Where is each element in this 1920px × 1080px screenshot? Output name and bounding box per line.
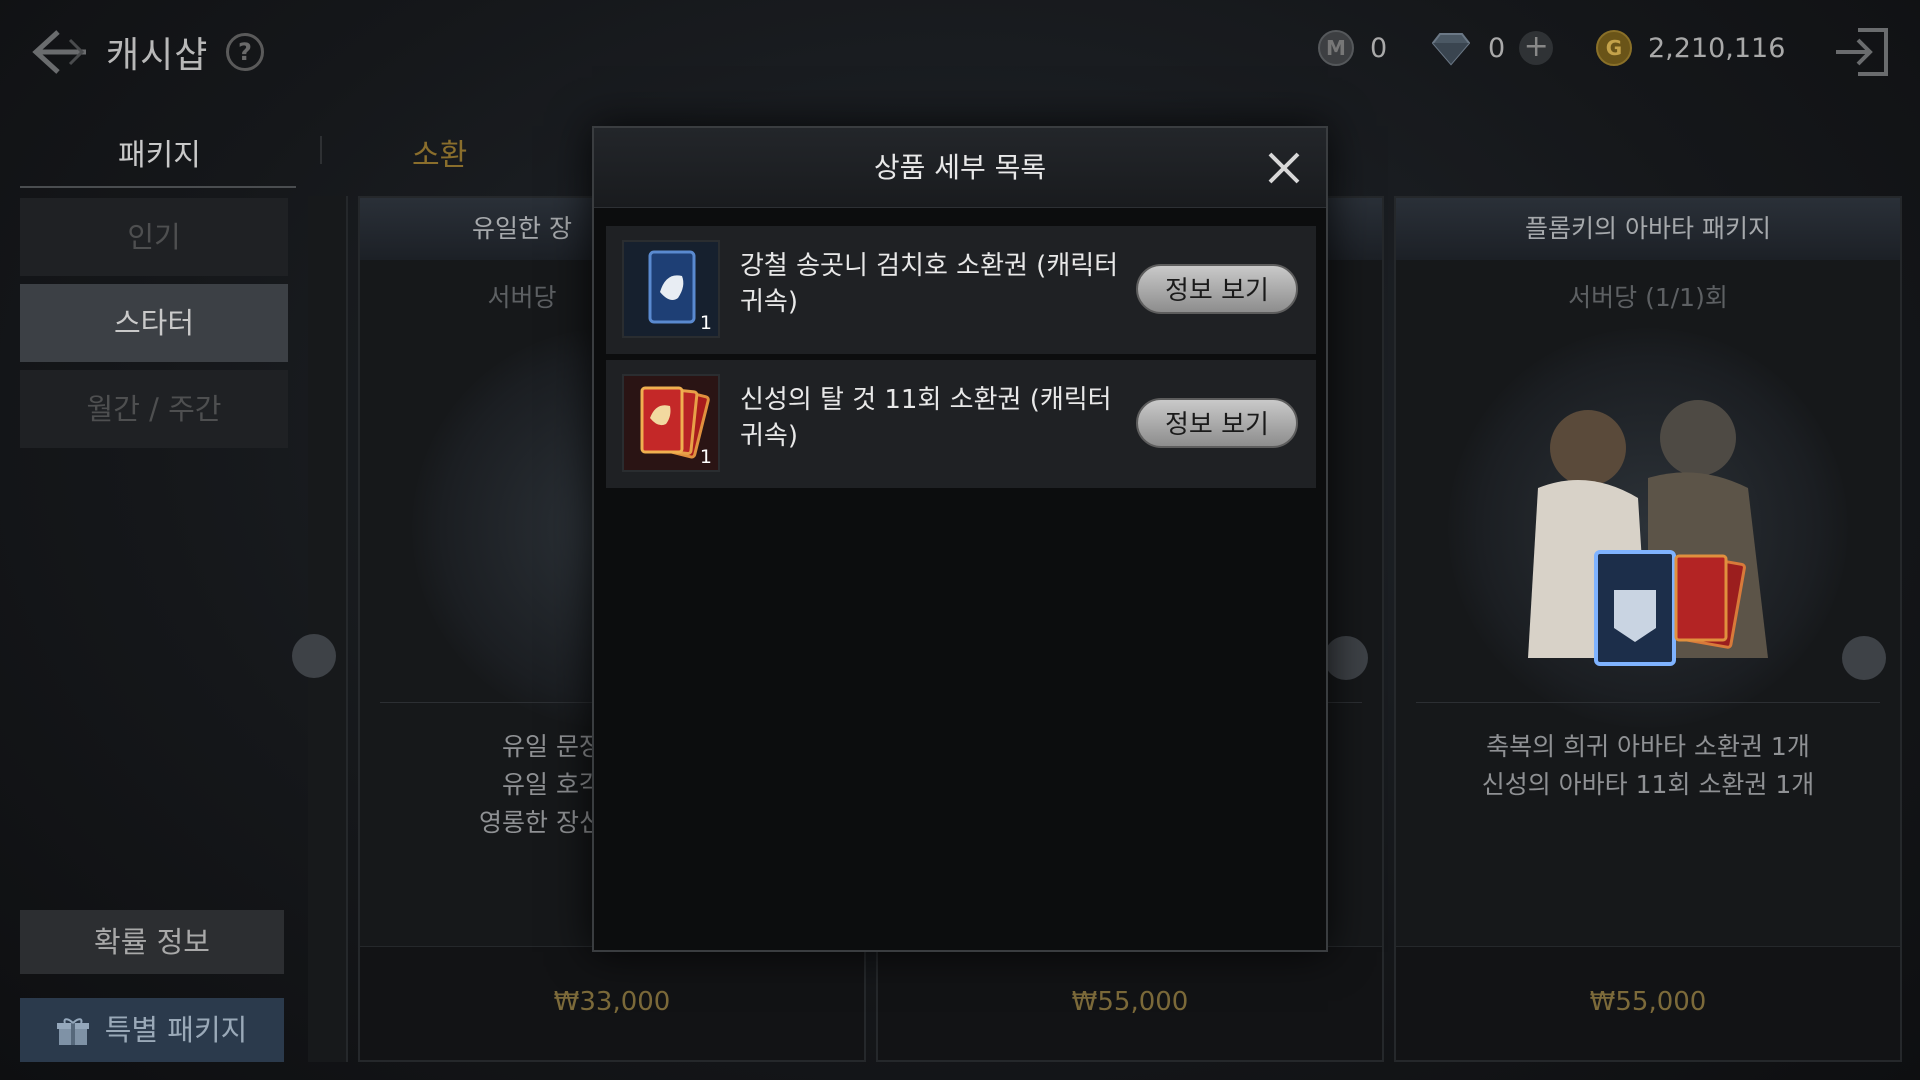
tab-package[interactable]: 패키지 <box>118 130 201 174</box>
question-circle-icon[interactable]: ? <box>226 33 264 71</box>
product-card-avatar-package[interactable]: 플롬키의 아바타 패키지 서버당 (1/1)회 축복의 희귀 아바타 소환권 1… <box>1394 196 1902 1062</box>
sidebar-item-starter[interactable]: 스타터 <box>20 284 288 362</box>
list-item: 1 신성의 탈 것 11회 소환권 (캐릭터 귀속) 정보 보기 <box>606 360 1316 488</box>
card-price-bar: ₩55,000 <box>1396 946 1900 1060</box>
zoom-icon[interactable] <box>1324 636 1368 680</box>
page-title: 캐시샵 <box>106 35 209 76</box>
summon-ticket-icon: 1 <box>622 240 720 338</box>
card-price: ₩55,000 <box>1589 987 1707 1017</box>
exit-icon[interactable] <box>1832 24 1892 80</box>
sidebar-item-monthly-weekly[interactable]: 월간 / 주간 <box>20 370 288 448</box>
special-package-label: 특별 패키지 <box>104 1013 248 1047</box>
view-info-button[interactable]: 정보 보기 <box>1136 398 1298 448</box>
mileage-coin-icon: M <box>1318 30 1354 66</box>
card-artwork <box>1448 328 1848 728</box>
plus-icon[interactable]: + <box>1519 31 1554 65</box>
mileage-amount: 0 <box>1370 32 1388 64</box>
back-arrow-icon[interactable] <box>30 26 90 78</box>
diamond-currency: 0 + <box>1432 30 1554 66</box>
card-price: ₩55,000 <box>1071 987 1189 1017</box>
sidebar-item-popular[interactable]: 인기 <box>20 198 288 276</box>
gift-icon <box>56 1018 89 1045</box>
card-divider <box>1416 702 1880 703</box>
view-info-button[interactable]: 정보 보기 <box>1136 264 1298 314</box>
card-description: 축복의 희귀 아바타 소환권 1개 신성의 아바타 11회 소환권 1개 <box>1481 732 1815 799</box>
avatar-package-art <box>1528 400 1768 666</box>
item-name: 강철 송곳니 검치호 소환권 (캐릭터 귀속) <box>740 251 1119 317</box>
list-item: 1 강철 송곳니 검치호 소환권 (캐릭터 귀속) 정보 보기 <box>606 226 1316 354</box>
tab-underline <box>20 186 296 188</box>
zoom-icon[interactable] <box>1842 636 1886 680</box>
close-icon[interactable] <box>1264 148 1304 188</box>
item-name: 신성의 탈 것 11회 소환권 (캐릭터 귀속) <box>740 385 1112 451</box>
gold-currency: G 2,210,116 <box>1596 30 1785 66</box>
mileage-currency: M 0 <box>1318 30 1387 66</box>
top-bar: 캐시샵 ? M 0 0 + G 2,210,116 <box>0 0 1920 100</box>
product-card-partial <box>292 196 348 1062</box>
card-limit: 서버당 (1/1)회 <box>1568 283 1728 312</box>
zoom-icon[interactable] <box>292 634 336 678</box>
card-price-bar: ₩55,000 <box>878 946 1382 1060</box>
card-title: 플롬키의 아바타 패키지 <box>1396 198 1900 260</box>
probability-info-button[interactable]: 확률 정보 <box>20 910 284 974</box>
card-price-bar: ₩33,000 <box>360 946 864 1060</box>
gold-amount: 2,210,116 <box>1648 32 1786 64</box>
tab-separator <box>320 136 322 164</box>
product-detail-modal: 상품 세부 목록 1 강철 송곳니 검치호 소환권 (캐릭터 귀속) 정보 보기… <box>592 126 1328 952</box>
diamond-icon <box>1432 33 1470 66</box>
item-quantity: 1 <box>699 446 712 468</box>
special-package-button[interactable]: 특별 패키지 <box>20 998 284 1062</box>
item-quantity: 1 <box>699 312 712 334</box>
modal-title: 상품 세부 목록 <box>594 128 1326 208</box>
mount-summon-ticket-icon: 1 <box>622 374 720 472</box>
diamond-amount: 0 <box>1488 32 1506 64</box>
card-price: ₩33,000 <box>553 987 671 1017</box>
tab-summon[interactable]: 소환 <box>412 130 467 174</box>
gold-coin-icon: G <box>1596 30 1632 66</box>
